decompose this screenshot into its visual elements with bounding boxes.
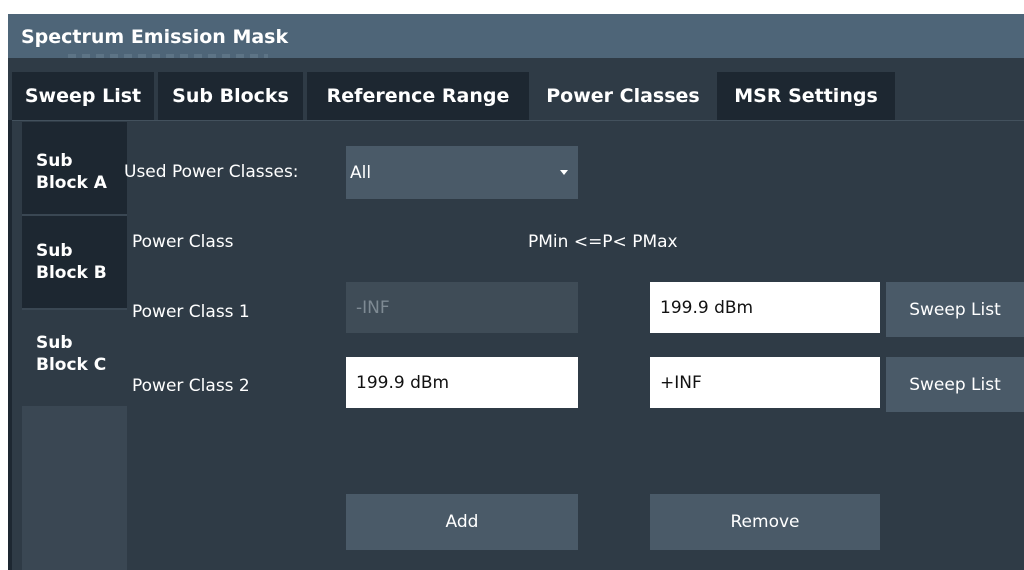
used-power-classes-value: All	[350, 162, 372, 183]
side-tab-sub-block-a[interactable]: Sub Block A	[22, 122, 127, 214]
used-power-classes-label: Used Power Classes:	[124, 162, 299, 182]
dialog-title: Spectrum Emission Mask	[21, 26, 289, 48]
side-tab-sub-block-b-line1: Sub	[36, 241, 73, 261]
side-tab-sub-block-a-line1: Sub	[36, 151, 73, 171]
sub-block-selector: Sub Block A Sub Block B Sub Block C	[22, 122, 127, 570]
used-power-classes-dropdown[interactable]: All	[346, 146, 578, 199]
tab-sweep-list[interactable]: Sweep List	[12, 72, 154, 120]
side-tab-sub-block-a-line2: Block A	[36, 173, 107, 193]
power-class-1-sweep-list-button[interactable]: Sweep List	[886, 282, 1024, 337]
power-class-2-sweep-list-button[interactable]: Sweep List	[886, 357, 1024, 412]
dialog-title-bar: Spectrum Emission Mask	[8, 14, 1024, 58]
chevron-down-icon	[560, 170, 568, 175]
tab-power-classes[interactable]: Power Classes	[533, 72, 713, 120]
tab-msr-settings[interactable]: MSR Settings	[717, 72, 895, 120]
power-class-1-pmin-field: -INF	[346, 282, 578, 333]
side-tab-sub-block-b[interactable]: Sub Block B	[22, 216, 127, 308]
spectrum-emission-mask-dialog: Spectrum Emission Mask Sweep List Sub Bl…	[8, 14, 1024, 570]
side-tab-sub-block-c-line2: Block C	[36, 355, 107, 375]
side-tab-sub-block-b-line2: Block B	[36, 263, 107, 283]
power-class-2-pmax-field[interactable]: +INF	[650, 357, 880, 408]
power-class-1-label: Power Class 1	[132, 302, 250, 322]
remove-button[interactable]: Remove	[650, 494, 880, 550]
power-class-1-pmax-field[interactable]: 199.9 dBm	[650, 282, 880, 333]
tab-strip-filler	[896, 72, 1024, 120]
side-tab-sub-block-c-line1: Sub	[36, 333, 73, 353]
side-tab-sub-block-c[interactable]: Sub Block C	[22, 310, 127, 406]
power-class-header: Power Class	[132, 232, 234, 252]
pmin-pmax-header: PMin <=P< PMax	[528, 232, 678, 252]
title-bar-decoration	[68, 54, 268, 58]
power-class-2-label: Power Class 2	[132, 376, 250, 396]
add-button[interactable]: Add	[346, 494, 578, 550]
tab-reference-range[interactable]: Reference Range	[307, 72, 529, 120]
tab-bar: Sweep List Sub Blocks Reference Range Po…	[8, 72, 1024, 120]
power-class-2-pmin-field[interactable]: 199.9 dBm	[346, 357, 578, 408]
tab-sub-blocks[interactable]: Sub Blocks	[158, 72, 303, 120]
